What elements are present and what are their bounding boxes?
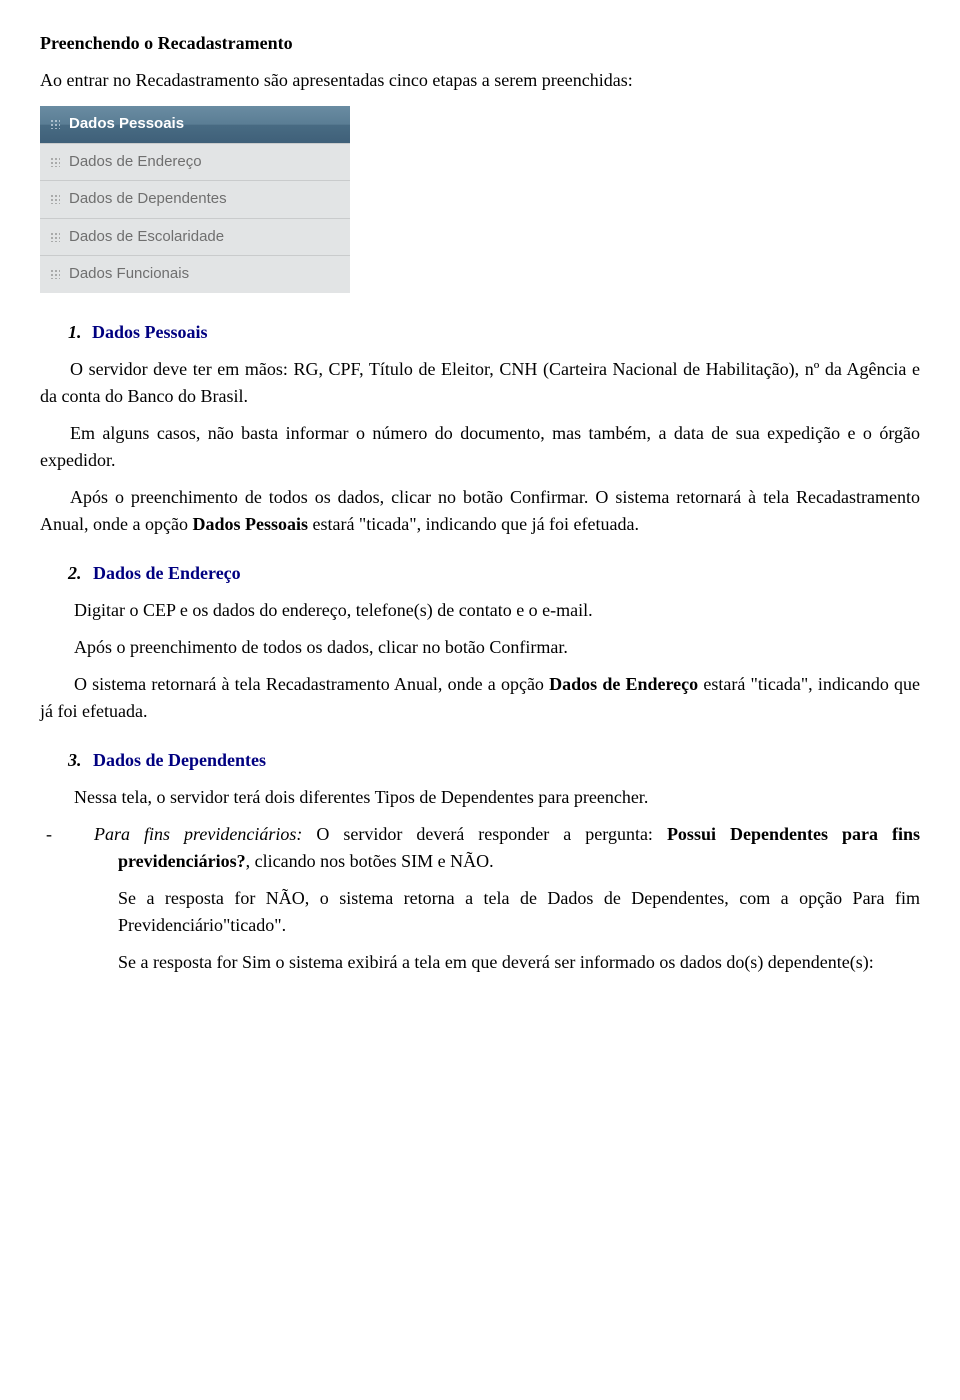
intro-text: Ao entrar no Recadastramento são apresen…: [40, 67, 920, 94]
s1-p1: O servidor deve ter em mãos: RG, CPF, Tí…: [40, 356, 920, 410]
s1-p2: Em alguns casos, não basta informar o nú…: [40, 420, 920, 474]
section-2-heading: 2. Dados de Endereço: [40, 560, 920, 587]
section-title: Dados Pessoais: [92, 322, 208, 342]
grip-icon: [50, 194, 60, 204]
section-number: 1.: [68, 322, 88, 342]
menu-item-dados-funcionais[interactable]: Dados Funcionais: [40, 256, 350, 293]
s2-p1: Digitar o CEP e os dados do endereço, te…: [40, 597, 920, 624]
menu-label: Dados de Endereço: [69, 151, 202, 174]
page-title: Preenchendo o Recadastramento: [40, 30, 920, 57]
section-number: 2.: [68, 563, 89, 583]
s1-p3: Após o preenchimento de todos os dados, …: [40, 484, 920, 538]
dash-icon: -: [70, 821, 94, 848]
menu-label: Dados Funcionais: [69, 263, 189, 286]
s3-bullet-1-line2: Se a resposta for NÃO, o sistema retorna…: [118, 885, 920, 939]
menu-item-dados-escolaridade[interactable]: Dados de Escolaridade: [40, 219, 350, 257]
steps-menu: Dados Pessoais Dados de Endereço Dados d…: [40, 106, 350, 293]
section-3-heading: 3. Dados de Dependentes: [40, 747, 920, 774]
grip-icon: [50, 119, 60, 129]
grip-icon: [50, 232, 60, 242]
s3-bullet-1-line3: Se a resposta for Sim o sistema exibirá …: [40, 949, 920, 976]
section-title: Dados de Endereço: [93, 563, 241, 583]
s3-p1: Nessa tela, o servidor terá dois diferen…: [40, 784, 920, 811]
grip-icon: [50, 157, 60, 167]
menu-label: Dados Pessoais: [69, 113, 184, 136]
menu-item-dados-dependentes[interactable]: Dados de Dependentes: [40, 181, 350, 219]
menu-item-dados-endereco[interactable]: Dados de Endereço: [40, 144, 350, 182]
menu-label: Dados de Escolaridade: [69, 226, 224, 249]
s2-p3: O sistema retornará à tela Recadastramen…: [40, 671, 920, 725]
section-number: 3.: [68, 750, 89, 770]
menu-item-dados-pessoais[interactable]: Dados Pessoais: [40, 106, 350, 144]
s3-bullet-1: -Para fins previdenciários: O servidor d…: [40, 821, 920, 976]
menu-label: Dados de Dependentes: [69, 188, 227, 211]
grip-icon: [50, 269, 60, 279]
section-1-heading: 1. Dados Pessoais: [40, 319, 920, 346]
s2-p2: Após o preenchimento de todos os dados, …: [40, 634, 920, 661]
section-title: Dados de Dependentes: [93, 750, 266, 770]
